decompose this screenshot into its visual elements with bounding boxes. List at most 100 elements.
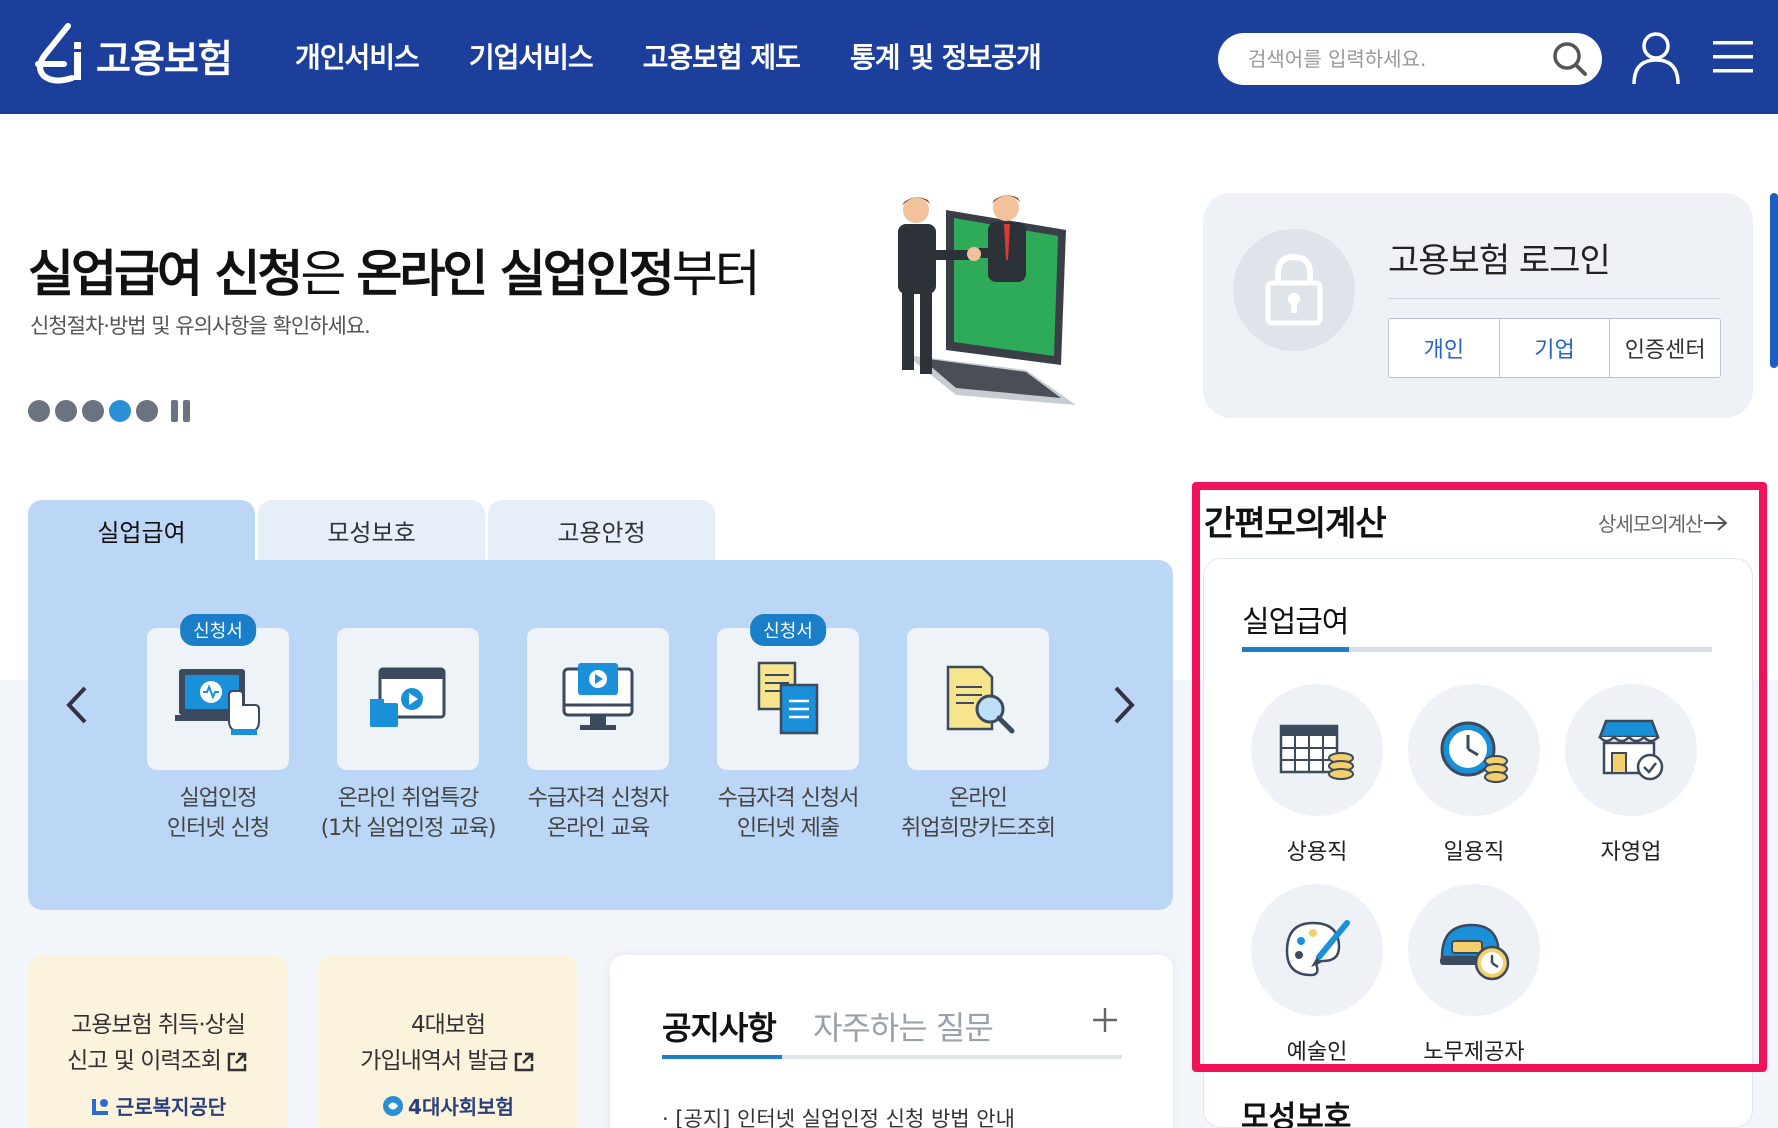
calc-label: 노무제공자 <box>1423 1040 1525 1065</box>
service-label: 온라인 취업희망카드조회 <box>883 784 1073 844</box>
application-badge: 신청서 <box>180 614 256 646</box>
card-text-line1: 4대보험 <box>410 1012 486 1038</box>
login-button-group: 개인 기업 인증센터 <box>1388 318 1721 378</box>
user-icon[interactable] <box>1630 30 1682 86</box>
calc-icon-circle <box>1251 884 1383 1016</box>
calc-icon-circle <box>1408 884 1540 1016</box>
service-icon-box <box>907 628 1049 770</box>
service-item-job-hope-card[interactable]: 온라인 취업희망카드조회 <box>883 628 1073 844</box>
tab-employment-stability[interactable]: 고용안정 <box>488 500 715 560</box>
pause-icon[interactable] <box>171 400 195 422</box>
simple-calc-card: 실업급여 상용직 일용직 자영업 예술인 노무제공자 <box>1203 558 1753 1128</box>
search-icon[interactable] <box>1550 39 1590 79</box>
service-label-line2: 인터넷 신청 <box>166 816 270 841</box>
calc-label: 일용직 <box>1443 840 1505 865</box>
service-label-line2: 취업희망카드조회 <box>901 816 1056 841</box>
login-personal-button[interactable]: 개인 <box>1389 319 1500 377</box>
service-tabs: 실업급여 모성보호 고용안정 <box>28 500 718 560</box>
calc-item-regular-worker[interactable]: 상용직 <box>1247 684 1387 866</box>
service-label: 수급자격 신청서 인터넷 제출 <box>693 784 883 844</box>
slide-dot[interactable] <box>28 400 50 422</box>
certificate-center-button[interactable]: 인증센터 <box>1610 319 1720 377</box>
tab-faq[interactable]: 자주하는 질문 <box>813 1003 994 1049</box>
plus-icon[interactable] <box>1090 1005 1120 1035</box>
store-check-icon <box>1598 719 1664 781</box>
tab-unemployment-benefits[interactable]: 실업급여 <box>28 500 255 560</box>
slide-dot[interactable] <box>82 400 104 422</box>
chevron-left-icon[interactable] <box>63 680 93 730</box>
hero-title-part4: 부터 <box>671 245 761 303</box>
service-label-line2: 온라인 교육 <box>546 816 650 841</box>
four-insurance-logo: 4대사회보험 <box>318 1091 578 1120</box>
hero-subtitle: 신청절차·방법 및 유의사항을 확인하세요. <box>30 314 371 338</box>
login-card: 고용보험 로그인 개인 기업 인증센터 <box>1203 193 1753 418</box>
document-search-icon <box>946 665 1015 734</box>
lock-icon-circle <box>1233 229 1355 351</box>
service-icon-box <box>337 628 479 770</box>
nav-business-services[interactable]: 기업서비스 <box>469 36 594 76</box>
login-title: 고용보험 로그인 <box>1388 241 1611 281</box>
calc-item-artist[interactable]: 예술인 <box>1247 884 1387 1066</box>
calc-icon-circle <box>1565 684 1697 816</box>
service-item-application-submit[interactable]: 신청서 수급자격 신청서 인터넷 제출 <box>693 614 883 844</box>
site-header: 고용보험 개인서비스 기업서비스 고용보험 제도 통계 및 정보공개 <box>0 0 1778 114</box>
service-label: 온라인 취업특강 (1차 실업인정 교육) <box>313 784 503 844</box>
nav-personal-services[interactable]: 개인서비스 <box>295 36 420 76</box>
four-insurance-card[interactable]: 4대보험 가입내역서 발급 4대사회보험 <box>318 955 578 1128</box>
service-label: 실업인정 인터넷 신청 <box>123 784 313 844</box>
service-item-online-lecture[interactable]: 온라인 취업특강 (1차 실업인정 교육) <box>313 628 503 844</box>
calendar-coins-icon <box>1279 724 1354 780</box>
comwel-logo: 근로복지공단 <box>28 1091 288 1120</box>
logo-text: 고용보험 <box>96 36 233 81</box>
slide-dot-active[interactable] <box>109 400 131 422</box>
tab-notice[interactable]: 공지사항 <box>662 1003 777 1049</box>
lock-icon <box>1265 253 1323 326</box>
service-label-line1: 수급자격 신청서 <box>717 786 860 811</box>
site-logo[interactable]: 고용보험 <box>28 20 233 90</box>
calc-item-daily-worker[interactable]: 일용직 <box>1404 684 1544 866</box>
video-window-icon <box>370 667 446 727</box>
service-icon-box: 신청서 <box>147 614 289 770</box>
calc-item-self-employed[interactable]: 자영업 <box>1561 684 1701 866</box>
insurance-history-card[interactable]: 고용보험 취득·상실 신고 및 이력조회 근로복지공단 <box>28 955 288 1128</box>
comwel-logo-text: 근로복지공단 <box>115 1095 227 1119</box>
calc-label: 자영업 <box>1600 840 1662 865</box>
slide-dot[interactable] <box>136 400 158 422</box>
nav-insurance-system[interactable]: 고용보험 제도 <box>643 36 801 76</box>
login-business-button[interactable]: 기업 <box>1500 319 1611 377</box>
calc-category-unemployment[interactable]: 실업급여 <box>1242 597 1349 641</box>
calc-item-labor-provider[interactable]: 노무제공자 <box>1404 884 1544 1066</box>
detailed-calc-link[interactable]: 상세모의계산 <box>1598 508 1730 537</box>
hero-title-part2: 은 <box>300 245 357 303</box>
search-input[interactable] <box>1248 43 1538 75</box>
handshake-laptop-illustration <box>898 195 1076 405</box>
application-badge: 신청서 <box>750 614 826 646</box>
service-item-online-education[interactable]: 수급자격 신청자 온라인 교육 <box>503 628 693 844</box>
service-label-line2: (1차 실업인정 교육) <box>320 816 497 841</box>
card-text: 4대보험 가입내역서 발급 <box>318 1007 578 1079</box>
service-icon-box: 신청서 <box>717 614 859 770</box>
hero-title-part3: 온라인 실업인정 <box>356 245 674 303</box>
card-text-line2-label: 가입내역서 발급 <box>360 1048 508 1074</box>
slide-indicators <box>28 400 195 422</box>
scrollbar-thumb[interactable] <box>1770 193 1778 368</box>
tab-maternity-protection[interactable]: 모성보호 <box>258 500 485 560</box>
palette-brush-icon <box>1285 920 1350 977</box>
ei-logo-icon <box>35 23 81 84</box>
service-label: 수급자격 신청자 온라인 교육 <box>503 784 693 844</box>
notice-item[interactable]: · [공지] 인터넷 실업인정 신청 방법 안내 <box>662 1103 1015 1128</box>
calc-category-maternity[interactable]: 모성보호 <box>1203 1092 1351 1128</box>
arrow-right-icon <box>1704 514 1728 531</box>
hero-title-part1: 실업급여 신청 <box>28 245 303 303</box>
slide-dot[interactable] <box>55 400 77 422</box>
calc-category-indicator <box>1242 647 1712 652</box>
service-label-line2: 인터넷 제출 <box>736 816 840 841</box>
hamburger-menu-icon[interactable] <box>1713 38 1753 76</box>
nav-statistics[interactable]: 통계 및 정보공개 <box>850 36 1042 76</box>
four-insurance-logo-text: 4대사회보험 <box>408 1095 514 1119</box>
service-item-online-certification[interactable]: 신청서 실업인정 인터넷 신청 <box>123 614 313 844</box>
card-text-line2: 가입내역서 발급 <box>318 1043 578 1079</box>
helmet-clock-icon <box>1440 923 1510 981</box>
external-link-icon <box>514 1052 533 1071</box>
chevron-right-icon[interactable] <box>1108 680 1138 730</box>
